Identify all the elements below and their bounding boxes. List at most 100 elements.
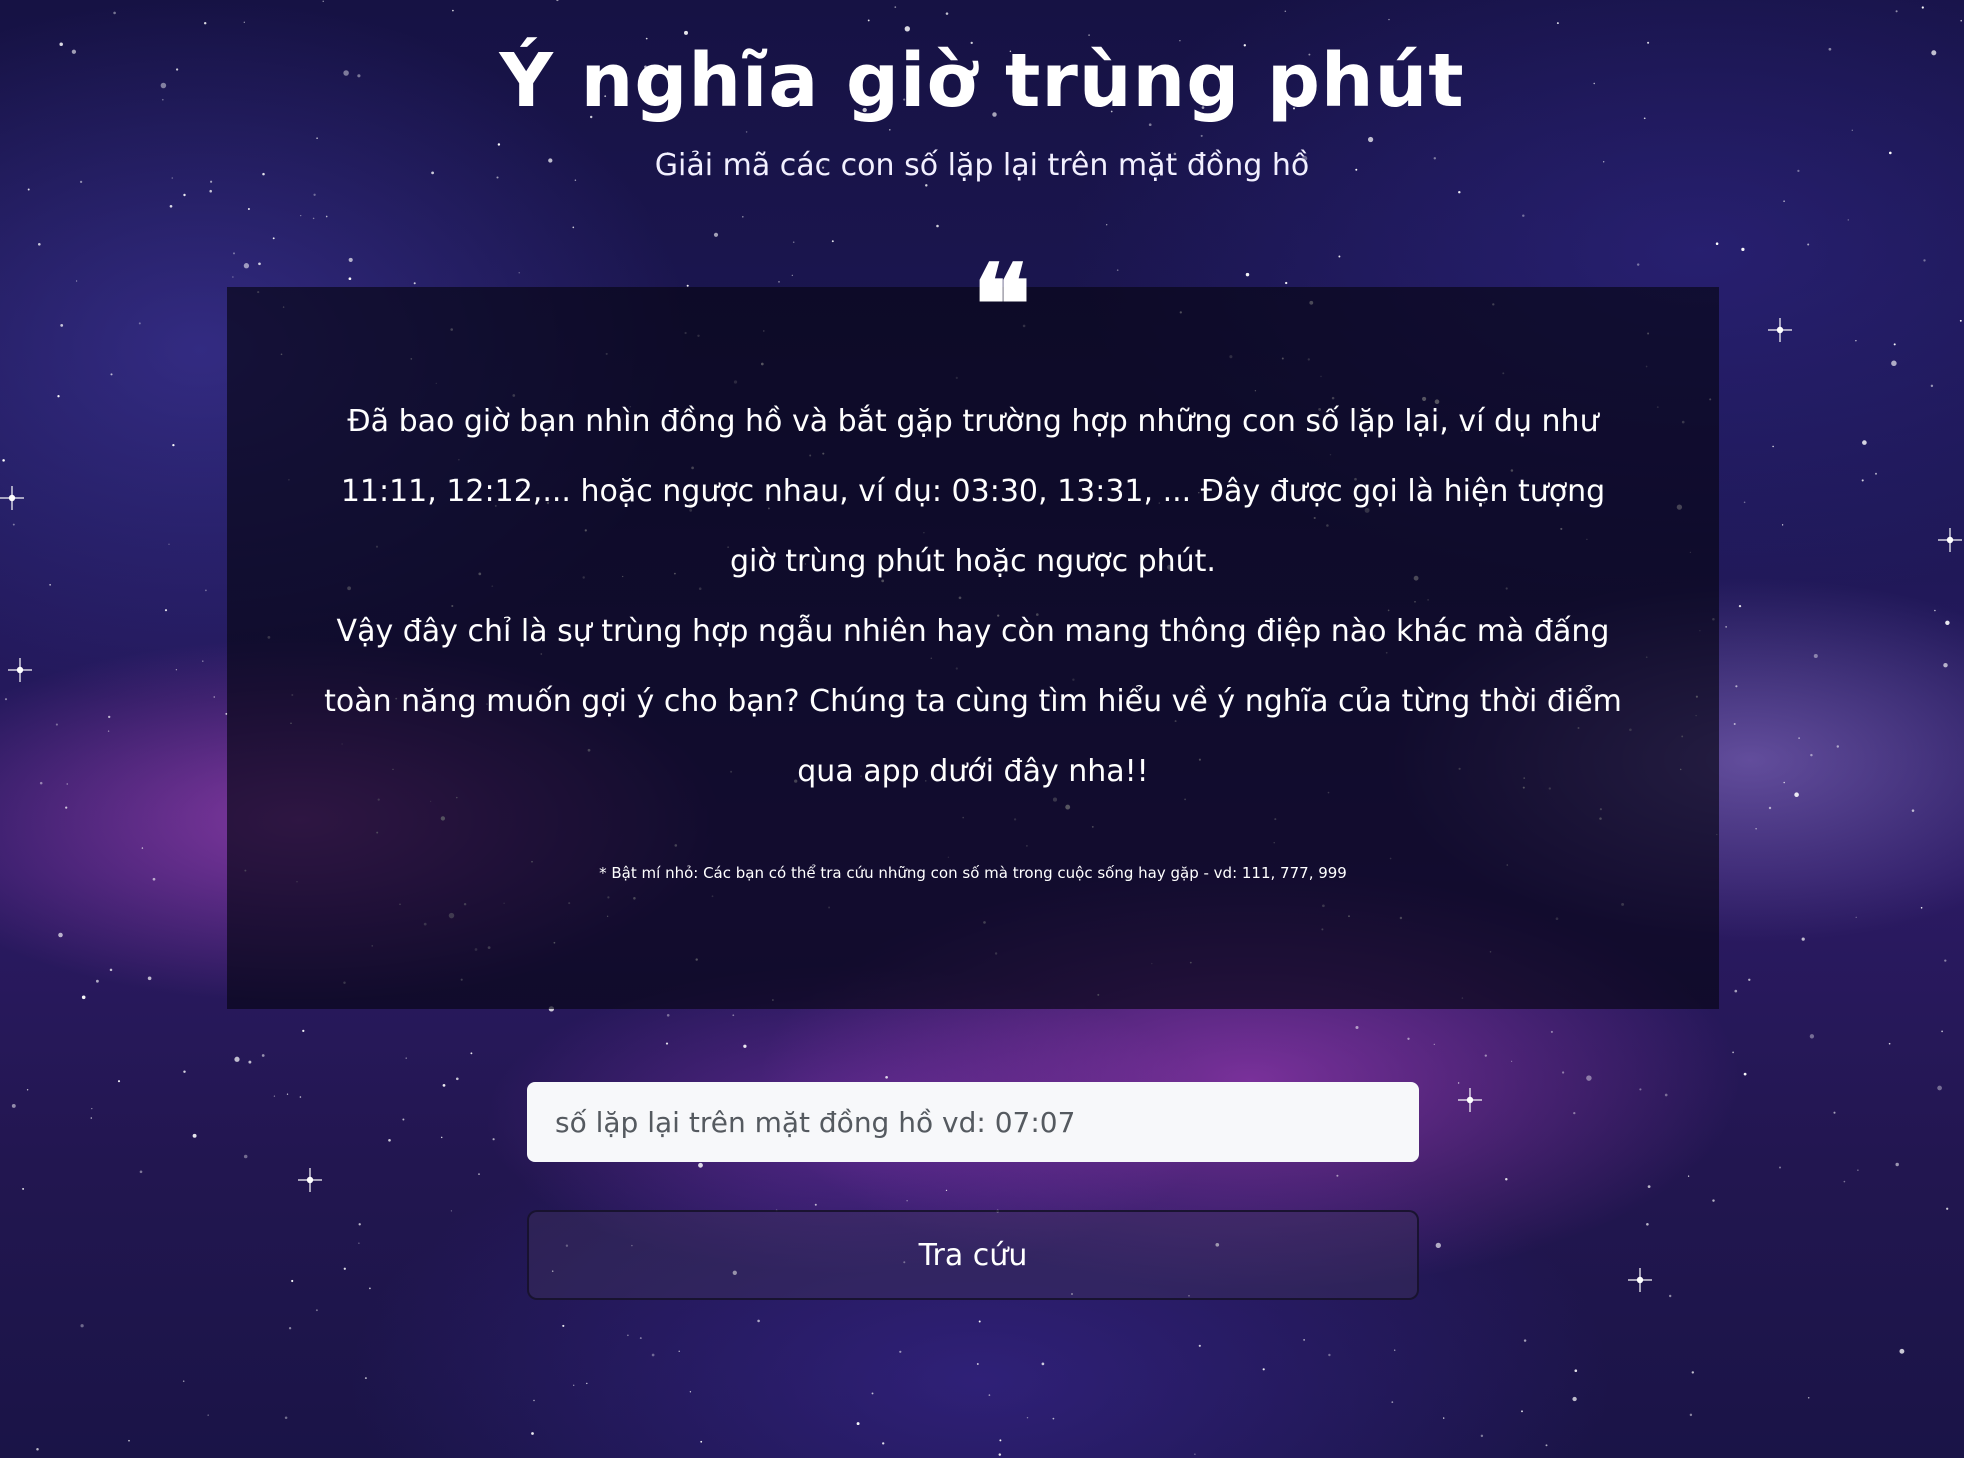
star-dot bbox=[899, 1350, 902, 1353]
star-dot bbox=[243, 21, 245, 23]
star-dot bbox=[1893, 343, 1896, 346]
star-dot bbox=[1511, 1060, 1513, 1062]
star-dot bbox=[209, 189, 212, 193]
number-search-input[interactable] bbox=[527, 1082, 1419, 1162]
star-dot bbox=[96, 979, 99, 983]
sparkle-star bbox=[1768, 318, 1792, 342]
star-dot bbox=[402, 1118, 405, 1121]
star-dot bbox=[1888, 1042, 1891, 1045]
star-dot bbox=[440, 1136, 443, 1139]
star-dot bbox=[234, 1056, 240, 1062]
star-dot bbox=[2, 459, 5, 462]
star-dot bbox=[247, 207, 250, 211]
star-dot bbox=[1328, 1353, 1331, 1357]
star-dot bbox=[1443, 1417, 1445, 1419]
star-dot bbox=[172, 443, 175, 447]
star-dot bbox=[1843, 1180, 1846, 1183]
star-dot bbox=[343, 1267, 346, 1270]
star-dot bbox=[533, 1399, 535, 1402]
sparkle-star bbox=[0, 486, 24, 510]
star-dot bbox=[183, 1070, 186, 1073]
star-dot bbox=[1930, 384, 1934, 388]
lookup-button[interactable]: Tra cứu bbox=[527, 1210, 1419, 1300]
star-dot bbox=[138, 322, 141, 325]
star-dot bbox=[1458, 190, 1461, 194]
star-dot bbox=[312, 217, 315, 220]
star-dot bbox=[1855, 339, 1857, 342]
star-dot bbox=[1687, 1175, 1690, 1177]
star-dot bbox=[248, 1060, 252, 1064]
star-dot bbox=[666, 1013, 670, 1017]
star-dot bbox=[1833, 1111, 1836, 1114]
star-dot bbox=[1041, 1362, 1045, 1366]
star-dot bbox=[1052, 1417, 1055, 1420]
intro-paragraph: Đã bao giờ bạn nhìn đồng hồ và bắt gặp t… bbox=[340, 404, 1606, 579]
star-dot bbox=[1755, 828, 1757, 830]
star-dot bbox=[556, 0, 559, 2]
star-dot bbox=[1944, 959, 1947, 962]
star-dot bbox=[1923, 259, 1926, 262]
star-dot bbox=[26, 1089, 29, 1091]
star-dot bbox=[286, 1093, 289, 1095]
star-dot bbox=[1285, 281, 1288, 285]
star-dot bbox=[348, 277, 352, 281]
star-dot bbox=[936, 224, 939, 228]
star-dot bbox=[11, 1103, 16, 1108]
star-dot bbox=[369, 1287, 371, 1290]
star-dot bbox=[1245, 272, 1250, 277]
star-dot bbox=[110, 373, 113, 376]
star-dot bbox=[1855, 916, 1857, 918]
star-dot bbox=[4, 698, 8, 701]
star-dot bbox=[325, 215, 328, 218]
star-dot bbox=[450, 1210, 453, 1212]
star-dot bbox=[405, 1057, 407, 1059]
star-dot bbox=[1732, 1051, 1734, 1054]
star-dot bbox=[573, 1384, 575, 1386]
star-dot bbox=[452, 9, 454, 12]
star-dot bbox=[273, 1095, 276, 1097]
star-dot bbox=[1391, 1401, 1394, 1403]
star-dot bbox=[55, 723, 58, 726]
star-dot bbox=[108, 715, 111, 719]
star-dot bbox=[1712, 1199, 1715, 1202]
star-dot bbox=[1200, 134, 1203, 137]
star-dot bbox=[1946, 1207, 1949, 1210]
star-dot bbox=[1899, 1348, 1905, 1354]
star-dot bbox=[27, 188, 30, 191]
info-card: Đã bao giờ bạn nhìn đồng hồ và bắt gặp t… bbox=[227, 287, 1719, 1009]
star-dot bbox=[889, 129, 891, 131]
star-dot bbox=[1943, 662, 1948, 668]
star-dot bbox=[192, 1133, 197, 1138]
star-dot bbox=[684, 30, 688, 35]
star-dot bbox=[1941, 1030, 1943, 1033]
star-dot bbox=[1480, 1434, 1484, 1438]
star-dot bbox=[1734, 989, 1738, 993]
star-dot bbox=[998, 1453, 1002, 1456]
star-dot bbox=[778, 281, 780, 283]
star-dot bbox=[1733, 723, 1736, 725]
star-dot bbox=[299, 1096, 302, 1098]
star-dot bbox=[1743, 501, 1746, 504]
star-dot bbox=[791, 274, 793, 276]
star-dot bbox=[388, 1138, 391, 1142]
star-dot bbox=[128, 1439, 130, 1442]
star-dot bbox=[1522, 214, 1525, 217]
star-dot bbox=[1194, 1453, 1196, 1456]
star-dot bbox=[164, 609, 168, 612]
star-dot bbox=[1586, 1075, 1592, 1081]
star-dot bbox=[1639, 1088, 1642, 1091]
star-dot bbox=[1026, 1417, 1029, 1419]
star-dot bbox=[109, 968, 113, 972]
star-dot bbox=[1198, 1344, 1201, 1347]
star-dot bbox=[743, 1044, 747, 1048]
star-dot bbox=[302, 1029, 305, 1033]
star-dot bbox=[1388, 18, 1390, 21]
star-dot bbox=[976, 1363, 979, 1365]
star-dot bbox=[81, 995, 86, 1000]
star-dot bbox=[1407, 1037, 1410, 1040]
star-dot bbox=[284, 1416, 288, 1420]
star-dot bbox=[885, 1075, 888, 1079]
star-dot bbox=[348, 257, 353, 262]
star-dot bbox=[315, 1309, 318, 1312]
star-dot bbox=[182, 1380, 185, 1382]
